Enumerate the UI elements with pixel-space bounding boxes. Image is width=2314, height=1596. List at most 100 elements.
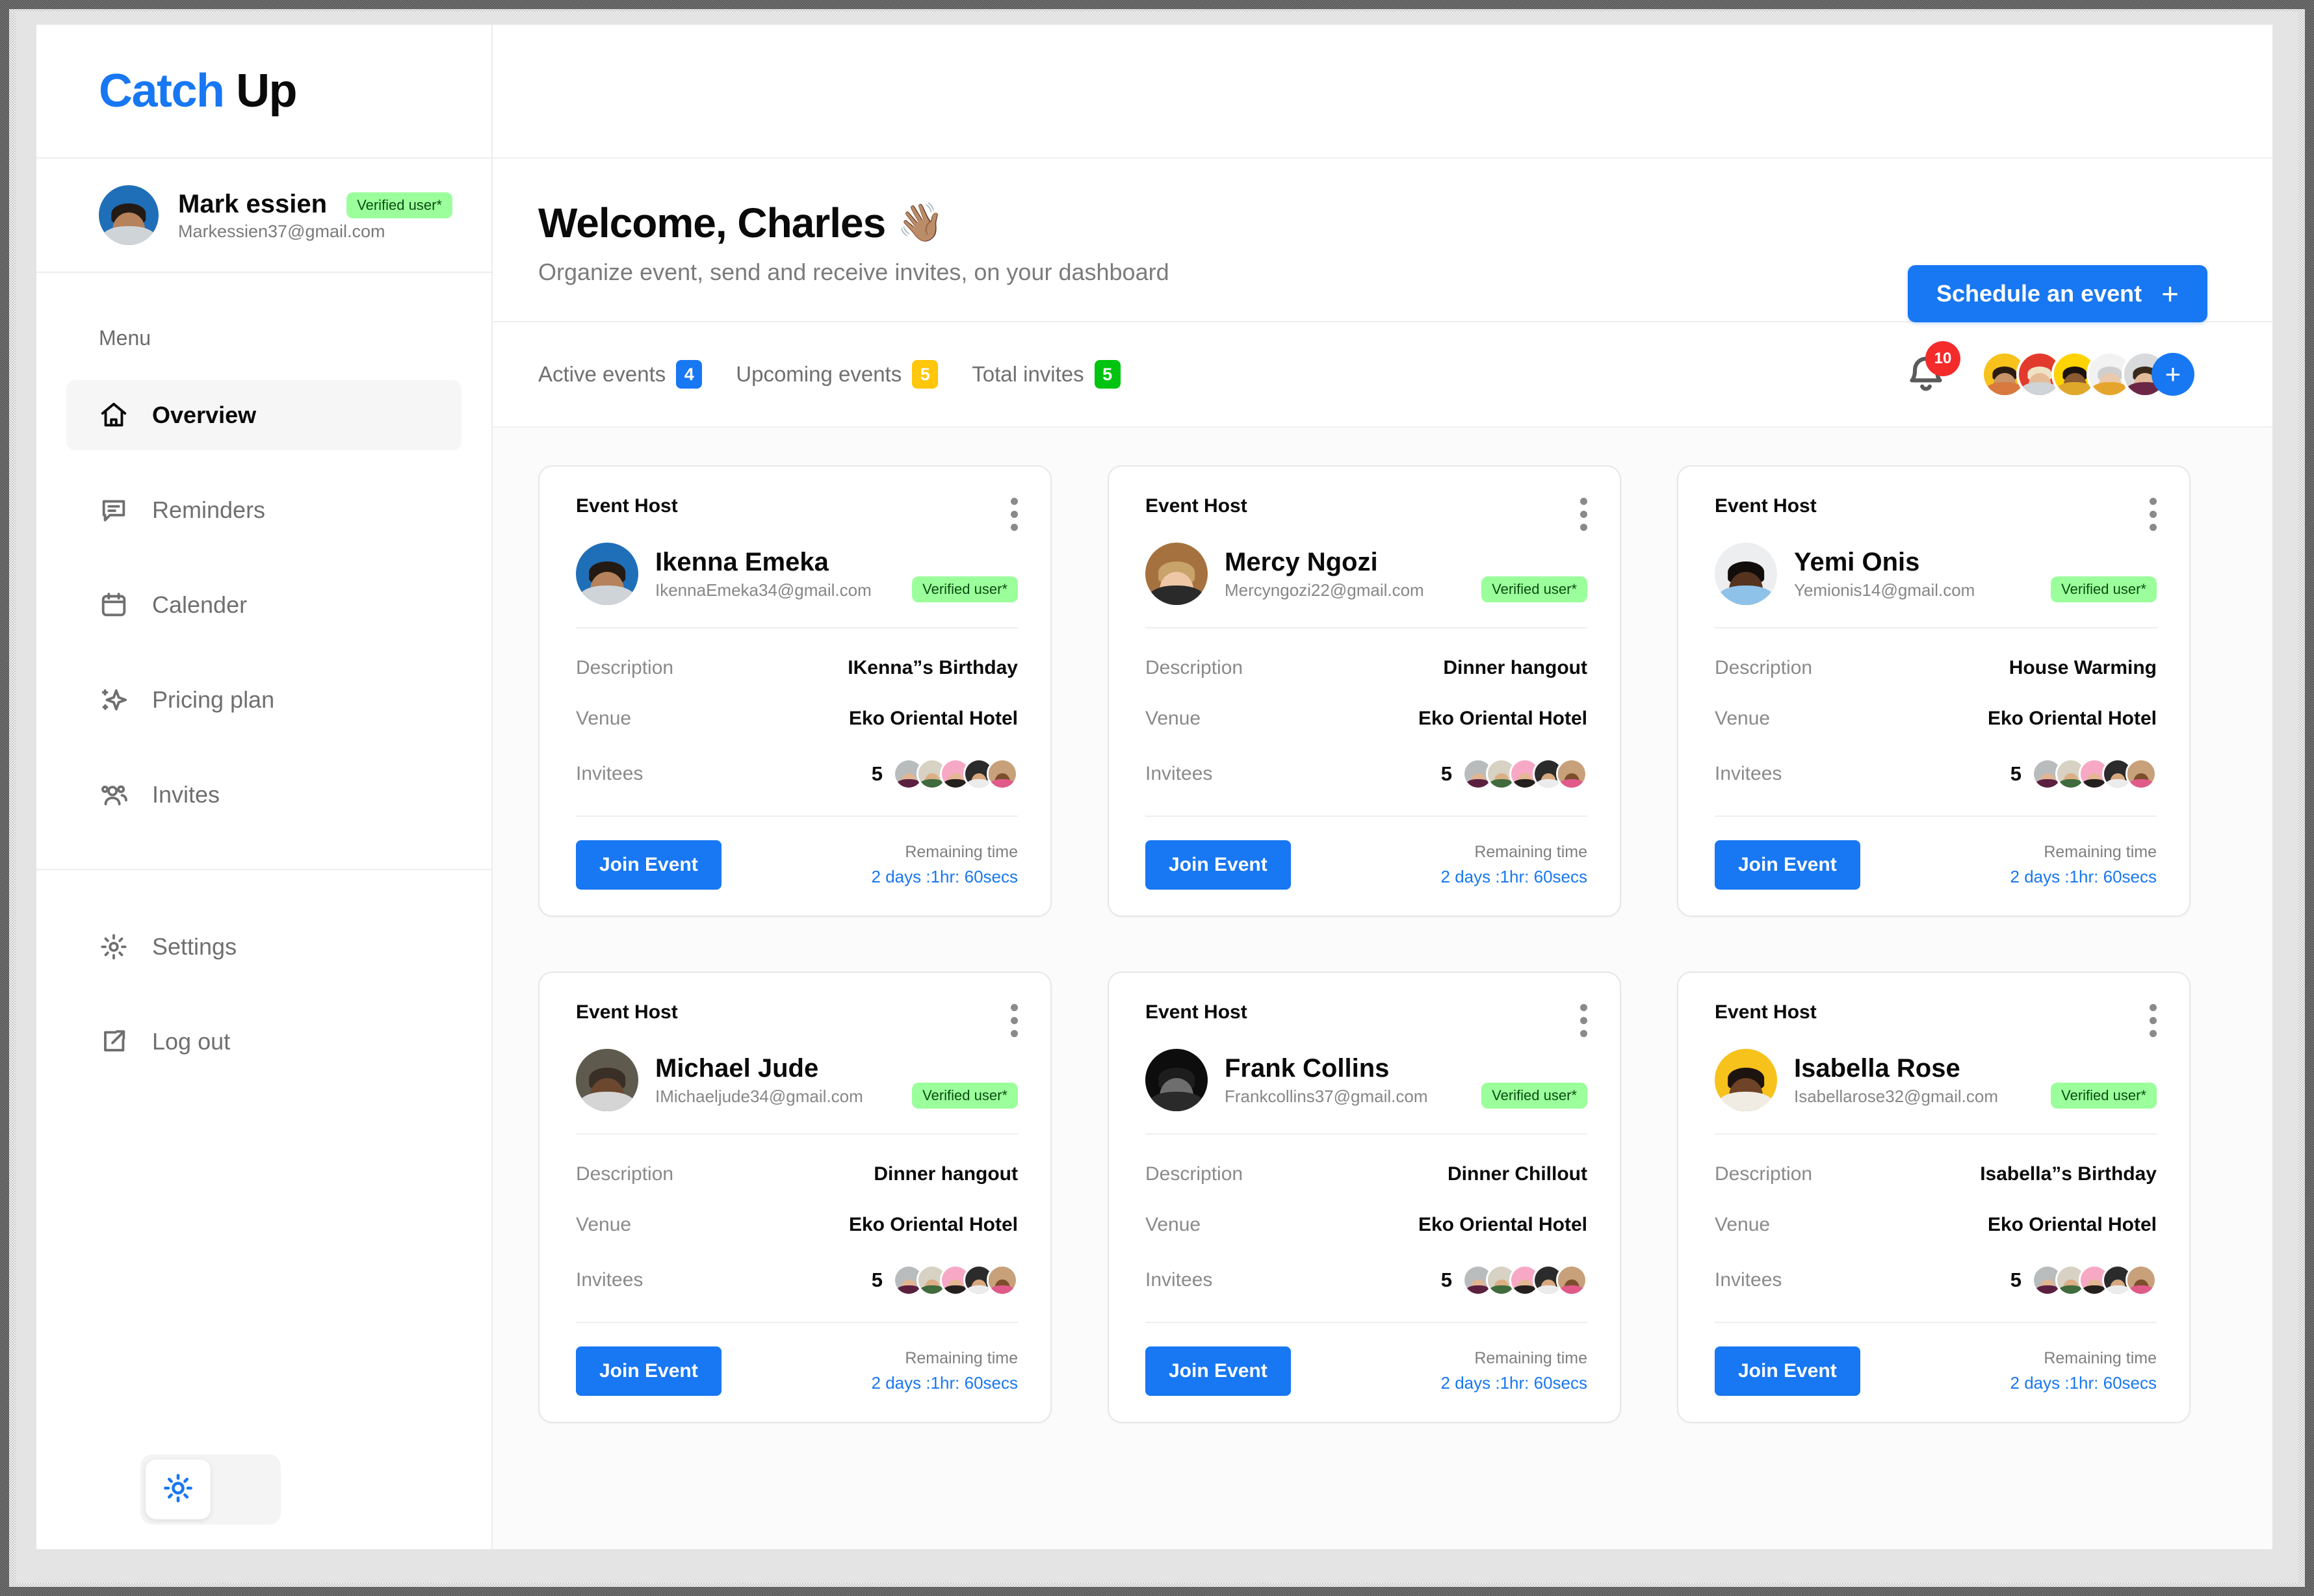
remaining-time-value: 2 days :1hr: 60secs <box>871 867 1018 887</box>
status-badge: Verified user* <box>2051 576 2157 603</box>
sidebar-item-label: Calender <box>152 591 248 618</box>
detail-row-invitees: Invitees 5 <box>576 758 1018 790</box>
join-event-button[interactable]: Join Event <box>1145 840 1291 890</box>
detail-row-description: Description IKenna”s Birthday <box>576 657 1018 679</box>
avatar <box>987 1265 1018 1296</box>
stat-label: Upcoming events <box>736 362 902 387</box>
invitee-avatar-stack[interactable] <box>1462 1265 1587 1296</box>
detail-value: Dinner hangout <box>1443 657 1587 679</box>
page-title: Welcome, Charles 👋🏽 <box>538 200 2272 246</box>
remaining-time-value: 2 days :1hr: 60secs <box>871 1373 1018 1393</box>
event-card[interactable]: Event Host Isabella Rose Isabellarose32@… <box>1677 972 2190 1424</box>
detail-label: Venue <box>576 1214 632 1236</box>
join-event-button[interactable]: Join Event <box>576 1346 722 1396</box>
detail-row-description: Description Dinner Chillout <box>1145 1163 1587 1185</box>
status-badge: Verified user* <box>2051 1083 2157 1109</box>
detail-row-invitees: Invitees 5 <box>576 1265 1018 1296</box>
host-email: Frankcollins37@gmail.com <box>1225 1086 1428 1106</box>
notifications-button[interactable]: 10 <box>1903 341 1960 400</box>
remaining-time-label: Remaining time <box>905 1349 1018 1368</box>
stat-active-events[interactable]: Active events 4 <box>538 360 703 389</box>
host-row: Yemi Onis Yemionis14@gmail.com Verified … <box>1715 543 2157 606</box>
kebab-menu-icon[interactable] <box>1580 1001 1587 1040</box>
event-card[interactable]: Event Host Frank Collins Frankcollins37@… <box>1108 972 1621 1424</box>
sparkle-icon <box>99 685 129 715</box>
sidebar-item-invites[interactable]: Invites <box>66 760 462 830</box>
sidebar-item-label: Reminders <box>152 496 266 523</box>
theme-toggle[interactable] <box>140 1454 281 1525</box>
theme-toggle-light-button[interactable] <box>146 1460 211 1519</box>
join-event-button[interactable]: Join Event <box>1715 840 1860 890</box>
host-name: Yemi Onis <box>1794 547 1920 576</box>
remaining-time: Remaining time 2 days :1hr: 60secs <box>1441 843 1587 887</box>
event-card[interactable]: Event Host Michael Jude IMichaeljude34@g… <box>538 972 1052 1424</box>
divider <box>576 1322 1018 1324</box>
event-host-label: Event Host <box>1715 495 1817 517</box>
invitee-avatar-stack[interactable] <box>2032 1265 2157 1296</box>
member-avatar-stack: + <box>1981 351 2194 398</box>
stat-total-invites[interactable]: Total invites 5 <box>972 360 1121 389</box>
bell-icon <box>1903 357 1949 400</box>
detail-value: IKenna”s Birthday <box>848 657 1018 679</box>
host-email: Isabellarose32@gmail.com <box>1794 1086 1998 1106</box>
avatar <box>987 758 1018 790</box>
detail-label: Invitees <box>1145 1269 1213 1291</box>
detail-row-invitees: Invitees 5 <box>1715 758 2157 790</box>
sidebar-item-log-out[interactable]: Log out <box>66 1007 462 1077</box>
kebab-menu-icon[interactable] <box>1010 1001 1018 1040</box>
stats-bar: Active events 4 Upcoming events 5 Total … <box>493 322 2272 428</box>
app-logo[interactable]: Catch Up <box>99 68 298 114</box>
add-member-button[interactable]: + <box>2152 353 2194 396</box>
invitee-avatar-stack[interactable] <box>2032 758 2157 790</box>
invitee-count: 5 <box>871 1268 883 1292</box>
kebab-menu-icon[interactable] <box>2149 495 2157 534</box>
kebab-menu-icon[interactable] <box>1580 495 1587 534</box>
kebab-menu-icon[interactable] <box>2149 1001 2157 1040</box>
card-header: Event Host <box>1145 1001 1587 1040</box>
host-row: Ikenna Emeka IkennaEmeka34@gmail.com Ver… <box>576 543 1018 606</box>
avatar <box>1715 1049 1777 1112</box>
divider <box>1715 1133 2157 1135</box>
host-email: IkennaEmeka34@gmail.com <box>655 580 872 600</box>
invitee-value: 5 <box>1441 758 1587 790</box>
event-card[interactable]: Event Host Ikenna Emeka IkennaEmeka34@gm… <box>538 465 1052 918</box>
host-row: Isabella Rose Isabellarose32@gmail.com V… <box>1715 1049 2157 1112</box>
remaining-time-value: 2 days :1hr: 60secs <box>1440 1373 1587 1393</box>
invitee-avatar-stack[interactable] <box>893 758 1018 790</box>
sidebar-item-settings[interactable]: Settings <box>66 912 462 982</box>
card-footer: Join Event Remaining time 2 days :1hr: 6… <box>1715 840 2157 890</box>
event-card[interactable]: Event Host Yemi Onis Yemionis14@gmail.co… <box>1677 465 2190 918</box>
join-event-button[interactable]: Join Event <box>1145 1346 1291 1396</box>
sidebar-item-calender[interactable]: Calender <box>66 570 462 640</box>
event-host-label: Event Host <box>576 495 678 517</box>
detail-row-venue: Venue Eko Oriental Hotel <box>576 1214 1018 1236</box>
sidebar-item-overview[interactable]: Overview <box>66 380 462 450</box>
card-header: Event Host <box>1715 495 2157 534</box>
join-event-button[interactable]: Join Event <box>576 840 722 890</box>
card-header: Event Host <box>576 495 1018 534</box>
stat-upcoming-events[interactable]: Upcoming events 5 <box>736 360 939 389</box>
host-meta: Frank Collins Frankcollins37@gmail.com <box>1225 1054 1481 1107</box>
schedule-an-event-button[interactable]: Schedule an event + <box>1908 265 2207 322</box>
sidebar-item-reminders[interactable]: Reminders <box>66 475 462 545</box>
people-icon <box>99 780 129 810</box>
detail-label: Invitees <box>1715 763 1782 785</box>
detail-label: Description <box>1145 1163 1243 1185</box>
join-event-button[interactable]: Join Event <box>1715 1346 1860 1396</box>
host-email: IMichaeljude34@gmail.com <box>655 1086 863 1106</box>
schedule-an-event-label: Schedule an event <box>1936 280 2142 307</box>
avatar <box>2126 758 2157 790</box>
detail-value: Dinner Chillout <box>1448 1163 1587 1185</box>
invitee-avatar-stack[interactable] <box>1462 758 1587 790</box>
user-profile[interactable]: Mark essien Markessien37@gmail.com Verif… <box>36 159 491 273</box>
event-host-label: Event Host <box>576 1001 678 1023</box>
kebab-menu-icon[interactable] <box>1010 495 1018 534</box>
sidebar-item-pricing-plan[interactable]: Pricing plan <box>66 665 462 735</box>
event-card[interactable]: Event Host Mercy Ngozi Mercyngozi22@gmai… <box>1108 465 1621 918</box>
invitee-avatar-stack[interactable] <box>893 1265 1018 1296</box>
card-header: Event Host <box>1145 495 1587 534</box>
avatar <box>2126 1265 2157 1296</box>
detail-label: Venue <box>1145 708 1201 730</box>
sidebar-item-label: Pricing plan <box>152 686 275 713</box>
avatar <box>1145 543 1208 606</box>
